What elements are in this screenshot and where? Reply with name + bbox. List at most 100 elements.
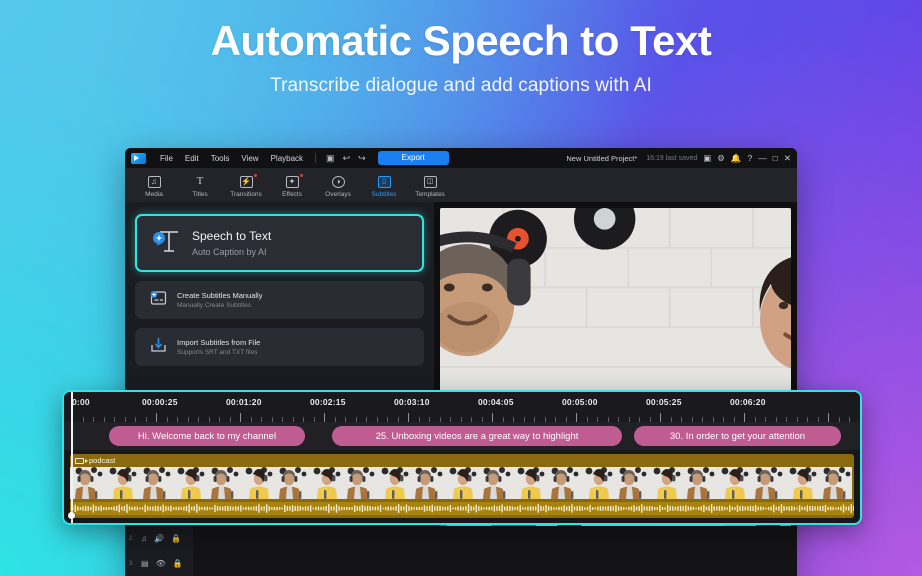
- camera-icon[interactable]: ▤: [141, 559, 149, 568]
- filmstrip-frame: [240, 467, 274, 499]
- video-clip-name: podcast: [89, 456, 116, 465]
- tab-label: Overlays: [325, 190, 351, 198]
- subtitle-chip[interactable]: 30. In order to get your attention: [634, 426, 841, 446]
- undo-icon[interactable]: ↩: [339, 153, 355, 164]
- option-title: Speech to Text: [192, 229, 272, 243]
- track-header-audio[interactable]: 2 ♫ 🔊 🔒: [125, 526, 193, 551]
- option-create-subtitles-manually[interactable]: Create Subtitles Manually Manually Creat…: [135, 281, 424, 319]
- tab-overlays[interactable]: ◑ Overlays: [315, 173, 361, 198]
- option-import-subtitles-from-file[interactable]: Import Subtitles from File Supports SRT …: [135, 328, 424, 366]
- menu-item-tools[interactable]: Tools: [205, 154, 236, 163]
- option-speech-to-text[interactable]: Speech to Text Auto Caption by AI: [135, 214, 424, 272]
- close-icon[interactable]: ✕: [784, 153, 791, 164]
- option-text-block: Import Subtitles from File Supports SRT …: [177, 338, 260, 356]
- tab-subtitles[interactable]: ▯ Subtitles: [361, 173, 407, 198]
- page-title: Automatic Speech to Text: [210, 17, 712, 64]
- track-header-video[interactable]: 3 ▤ 👁 🔒: [125, 551, 193, 576]
- account-icon[interactable]: ▣: [703, 153, 711, 164]
- app-logo-icon: [131, 152, 146, 164]
- eye-icon[interactable]: 👁: [156, 559, 166, 568]
- ruler-label: 0:00: [72, 397, 90, 407]
- minimize-icon[interactable]: —: [758, 153, 767, 163]
- bell-icon[interactable]: 🔔: [731, 153, 742, 164]
- track-number: 3: [129, 560, 133, 567]
- music-note-icon[interactable]: ♫: [141, 534, 147, 543]
- filmstrip-frame: [716, 467, 750, 499]
- effects-icon: ✦: [285, 175, 299, 188]
- ruler-label: 00:05:25: [646, 397, 682, 407]
- tab-label: Media: [145, 190, 163, 198]
- filmstrip-frame: [274, 467, 308, 499]
- timeline-ruler[interactable]: 0:00 00:00:25 00:01:20 00:02:15 00:03:10 00:0…: [64, 392, 860, 422]
- ruler-tick: [744, 413, 745, 422]
- transitions-icon: ⚡: [239, 175, 253, 188]
- tab-transitions[interactable]: ⚡ Transitions: [223, 173, 269, 198]
- filmstrip-frame: [308, 467, 342, 499]
- filmstrip-frame: [138, 467, 172, 499]
- tab-effects[interactable]: ✦ Effects: [269, 173, 315, 198]
- filmstrip-frame: [750, 467, 784, 499]
- add-subtitle-icon: [149, 289, 168, 312]
- ruler-label: 00:00:25: [142, 397, 178, 407]
- tab-titles[interactable]: T Titles: [177, 173, 223, 198]
- subtitle-chip[interactable]: Hi. Welcome back to my channel: [109, 426, 305, 446]
- track-header-list: 2 ♫ 🔊 🔒 3 ▤ 👁 🔒: [125, 526, 193, 576]
- playhead-handle[interactable]: [68, 512, 75, 519]
- tab-media[interactable]: ♫ Media: [131, 173, 177, 198]
- filmstrip-frame: [410, 467, 444, 499]
- ruler-label: 00:01:20: [226, 397, 262, 407]
- tab-label: Titles: [192, 190, 208, 198]
- speaker-icon[interactable]: 🔊: [154, 534, 164, 543]
- tab-templates[interactable]: ◫ Templates: [407, 173, 453, 198]
- crop-icon[interactable]: ▣: [322, 153, 339, 164]
- gear-icon[interactable]: ⚙: [717, 153, 725, 164]
- speech-to-text-icon: [151, 227, 181, 260]
- import-file-icon: [149, 336, 168, 359]
- subtitle-chip[interactable]: 25. Unboxing videos are a great way to h…: [332, 426, 622, 446]
- filmstrip-frame: [614, 467, 648, 499]
- ruler-tick: [576, 413, 577, 422]
- overlays-icon: ◑: [331, 175, 345, 188]
- menu-item-edit[interactable]: Edit: [179, 154, 205, 163]
- templates-icon: ◫: [423, 175, 437, 188]
- maximize-icon[interactable]: □: [773, 153, 778, 163]
- tab-label: Effects: [282, 190, 302, 198]
- video-clip-header: podcast: [70, 454, 854, 467]
- filmstrip-frame: [444, 467, 478, 499]
- filmstrip-frame: [546, 467, 580, 499]
- filmstrip-frame: [104, 467, 138, 499]
- ruler-label: 00:05:00: [562, 397, 598, 407]
- help-icon[interactable]: ?: [748, 153, 753, 163]
- lock-icon[interactable]: 🔒: [171, 534, 181, 543]
- filmstrip-frame: [342, 467, 376, 499]
- playhead-line: [71, 392, 73, 523]
- filmstrip-frame: [206, 467, 240, 499]
- filmstrip-frame: [478, 467, 512, 499]
- option-subtitle: Auto Caption by AI: [192, 247, 267, 257]
- ruler-tick: [660, 413, 661, 422]
- redo-icon[interactable]: ↪: [354, 153, 370, 164]
- page-subtitle: Transcribe dialogue and add captions wit…: [270, 75, 652, 97]
- module-tab-bar: ♫ Media T Titles ⚡ Transitions ✦ Effects…: [125, 168, 797, 202]
- option-title: Create Subtitles Manually: [177, 291, 263, 301]
- project-saved-status: 16:19 last saved: [646, 154, 698, 162]
- tab-label: Templates: [415, 190, 445, 198]
- menu-item-file[interactable]: File: [154, 154, 179, 163]
- lock-icon[interactable]: 🔒: [173, 559, 183, 568]
- tab-label: Subtitles: [371, 190, 397, 198]
- waveform-svg: [70, 502, 854, 515]
- video-track-clip[interactable]: podcast: [70, 454, 854, 518]
- tab-label: Transitions: [230, 190, 262, 198]
- menu-item-playback[interactable]: Playback: [265, 154, 309, 163]
- ruler-tick: [240, 413, 241, 422]
- menu-divider: [315, 153, 317, 163]
- ruler-label: 00:03:10: [394, 397, 430, 407]
- ruler-tick-group: [64, 413, 860, 422]
- menu-item-view[interactable]: View: [235, 154, 264, 163]
- audio-waveform: [70, 502, 854, 515]
- menu-bar: File Edit Tools View Playback ▣ ↩ ↪ Expo…: [125, 148, 797, 168]
- export-button[interactable]: Export: [377, 151, 449, 165]
- titles-icon: T: [196, 175, 204, 187]
- hero-section: Automatic Speech to Text Transcribe dial…: [0, 17, 922, 97]
- subtitle-track[interactable]: Hi. Welcome back to my channel 25. Unboxi…: [64, 422, 860, 450]
